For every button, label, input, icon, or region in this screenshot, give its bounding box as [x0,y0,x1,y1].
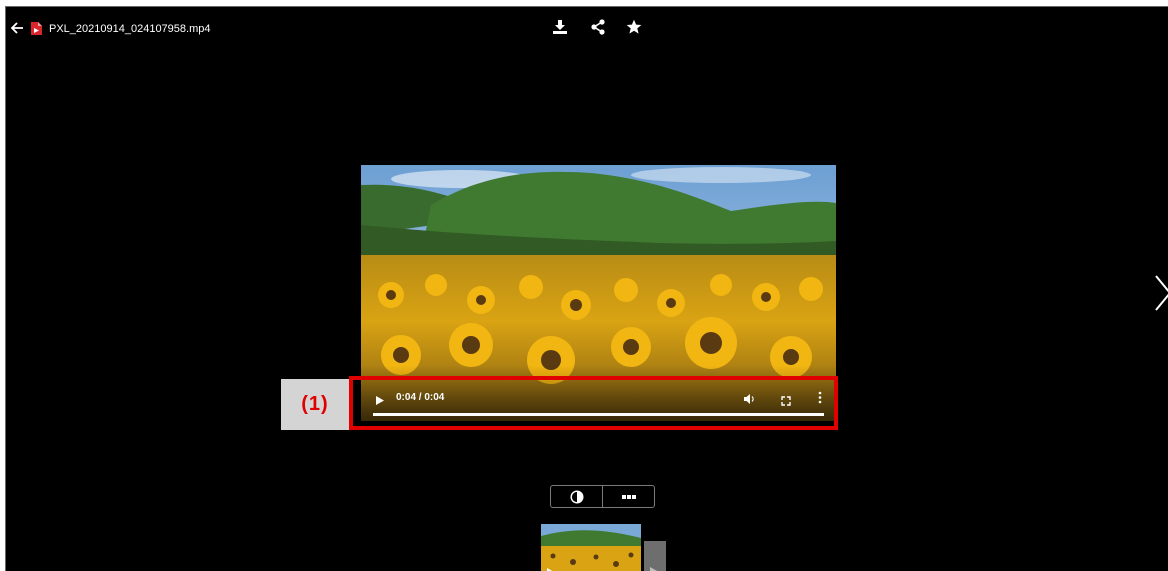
thumbnail-current[interactable] [541,524,641,571]
contrast-icon [569,489,584,504]
file-name: PXL_20210914_024107958.mp4 [49,23,211,35]
chevron-right-icon [1155,275,1168,311]
contrast-button[interactable] [551,486,602,507]
back-button[interactable] [10,21,24,35]
view-options-toolbar [550,485,655,508]
next-button[interactable] [1153,273,1168,313]
annotation-highlight-box [349,376,838,430]
play-icon [650,567,658,571]
thumbnail-image [541,524,641,571]
download-icon [553,20,567,34]
viewer-top-bar: PXL_20210914_024107958.mp4 [6,7,1168,47]
more-horiz-icon [621,494,636,499]
annotation-label: (1) [281,379,349,430]
download-button[interactable] [552,19,568,35]
video-file-icon [31,22,42,35]
share-button[interactable] [590,19,606,35]
share-icon [591,19,605,35]
media-viewer: PXL_20210914_024107958.mp4 0:04 / 0:04 [5,6,1168,571]
star-icon [626,19,642,34]
more-button[interactable] [602,486,654,507]
arrow-left-icon [10,22,23,34]
thumbnail-next[interactable] [644,541,666,571]
favorite-button[interactable] [626,19,642,35]
